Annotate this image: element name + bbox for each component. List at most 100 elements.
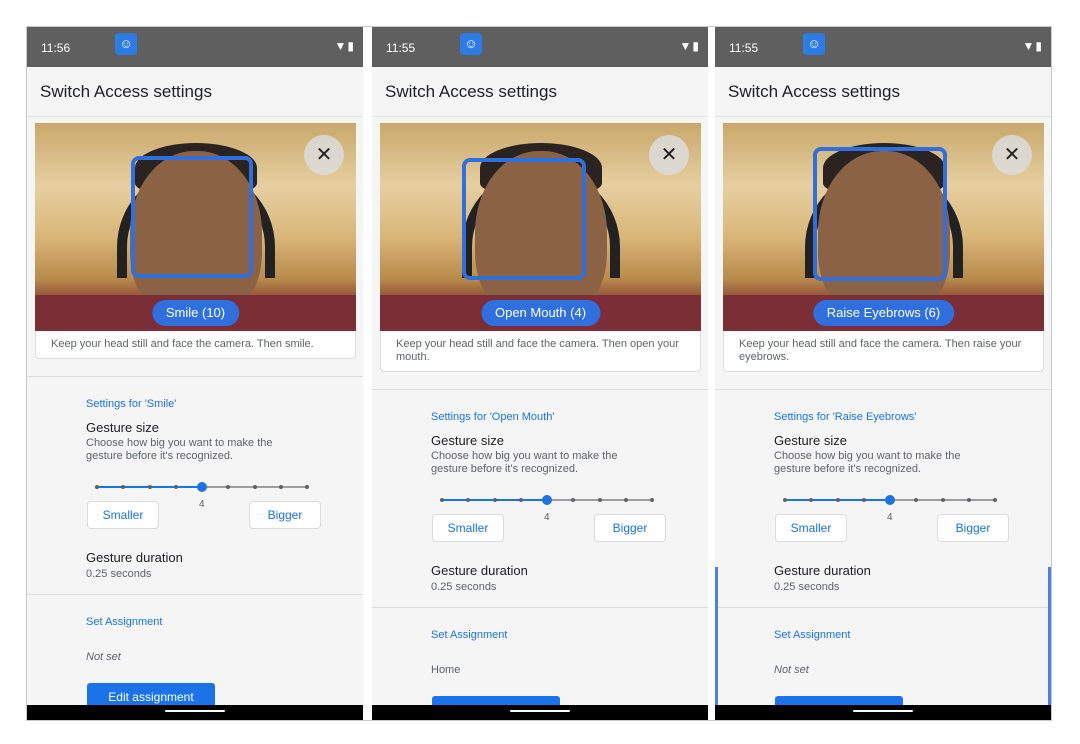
slider-tick — [466, 498, 471, 502]
app-bar: Switch Access settings — [372, 67, 708, 117]
status-bar: 11:56 ☺ ▼▮ — [27, 27, 363, 67]
camera-preview: ✕ Open Mouth (4) — [380, 123, 701, 331]
settings-title: Settings for 'Open Mouth' — [431, 411, 555, 423]
bigger-button[interactable]: Bigger — [937, 514, 1009, 542]
assignment-value: Home — [431, 664, 461, 676]
slider-tick — [173, 485, 178, 489]
face-icon: ☺ — [803, 33, 825, 55]
divider — [715, 607, 1051, 608]
slider-tick — [650, 498, 654, 502]
wifi-battery-icon: ▼▮ — [679, 39, 700, 53]
slider-tick — [147, 485, 152, 489]
gesture-size-slider[interactable] — [440, 494, 654, 506]
gesture-size-desc: Choose how big you want to make the gest… — [431, 450, 618, 475]
nav-bar — [27, 705, 363, 720]
home-handle[interactable] — [510, 710, 570, 712]
focus-highlight — [715, 567, 718, 705]
slider-tick — [966, 498, 971, 502]
slider-tick — [95, 485, 99, 489]
slider-tick — [121, 485, 126, 489]
divider — [372, 389, 708, 390]
divider — [27, 376, 363, 377]
gesture-duration-label: Gesture duration — [774, 563, 871, 578]
close-icon[interactable]: ✕ — [992, 135, 1032, 175]
slider-tick — [914, 498, 919, 502]
slider-tick — [278, 485, 283, 489]
slider-tick — [861, 498, 866, 502]
assignment-value: Not set — [774, 664, 809, 676]
gesture-size-label: Gesture size — [431, 433, 504, 448]
page-title: Switch Access settings — [385, 82, 557, 101]
gesture-duration-value: 0.25 seconds — [86, 568, 152, 580]
screenshot-frame: 11:56 ☺ ▼▮ Switch Access settings ✕ Smil… — [26, 26, 1052, 721]
gesture-duration-label: Gesture duration — [431, 563, 528, 578]
close-icon[interactable]: ✕ — [649, 135, 689, 175]
slider-value: 4 — [544, 512, 550, 523]
gesture-duration-value: 0.25 seconds — [774, 581, 840, 593]
face-detection-box — [462, 158, 586, 280]
slider-tick — [492, 498, 497, 502]
slider-tick — [226, 485, 231, 489]
slider-tick — [623, 498, 628, 502]
camera-preview: ✕ Smile (10) — [35, 123, 356, 331]
bigger-button[interactable]: Bigger — [249, 501, 321, 529]
gesture-duration-value: 0.25 seconds — [431, 581, 497, 593]
wifi-battery-icon: ▼▮ — [334, 39, 355, 53]
assignment-title: Set Assignment — [86, 616, 163, 628]
smaller-button[interactable]: Smaller — [775, 514, 847, 542]
slider-tick — [783, 498, 787, 502]
settings-title: Settings for 'Smile' — [86, 398, 177, 410]
slider-tick — [835, 498, 840, 502]
slider-tick — [571, 498, 576, 502]
instruction-text: Keep your head still and face the camera… — [35, 331, 356, 359]
instruction-text: Keep your head still and face the camera… — [723, 331, 1044, 372]
home-handle[interactable] — [853, 710, 913, 712]
face-icon: ☺ — [115, 33, 137, 55]
camera-preview: ✕ Raise Eyebrows (6) — [723, 123, 1044, 331]
slider-value: 4 — [887, 512, 893, 523]
slider-tick — [940, 498, 945, 502]
home-handle[interactable] — [165, 710, 225, 712]
slider-tick — [305, 485, 309, 489]
smaller-button[interactable]: Smaller — [432, 514, 504, 542]
status-time: 11:55 — [386, 41, 416, 55]
gesture-pill: Smile (10) — [151, 300, 240, 326]
smaller-button[interactable]: Smaller — [87, 501, 159, 529]
assignment-title: Set Assignment — [431, 629, 508, 641]
app-bar: Switch Access settings — [27, 67, 363, 117]
scrollbar[interactable] — [1048, 567, 1051, 705]
bigger-button[interactable]: Bigger — [594, 514, 666, 542]
face-detection-box — [131, 156, 253, 278]
gesture-size-desc: Choose how big you want to make the gest… — [774, 450, 961, 475]
slider-thumb[interactable] — [885, 495, 895, 505]
gesture-pill: Open Mouth (4) — [480, 300, 601, 326]
status-bar: 11:55 ☺ ▼▮ — [715, 27, 1051, 67]
close-icon[interactable]: ✕ — [304, 135, 344, 175]
slider-tick — [993, 498, 997, 502]
page-title: Switch Access settings — [728, 82, 900, 101]
assignment-value: Not set — [86, 651, 121, 663]
page-title: Switch Access settings — [40, 82, 212, 101]
gesture-size-label: Gesture size — [86, 420, 159, 435]
gesture-size-slider[interactable] — [95, 481, 309, 493]
divider — [372, 607, 708, 608]
nav-bar — [715, 705, 1051, 720]
instruction-text: Keep your head still and face the camera… — [380, 331, 701, 372]
slider-tick — [597, 498, 602, 502]
status-bar: 11:55 ☺ ▼▮ — [372, 27, 708, 67]
assignment-title: Set Assignment — [774, 629, 851, 641]
phone-screen-smile: 11:56 ☺ ▼▮ Switch Access settings ✕ Smil… — [27, 27, 363, 720]
slider-thumb[interactable] — [197, 482, 207, 492]
slider-tick — [518, 498, 523, 502]
divider — [27, 594, 363, 595]
status-time: 11:56 — [41, 41, 71, 55]
slider-thumb[interactable] — [542, 495, 552, 505]
wifi-battery-icon: ▼▮ — [1022, 39, 1043, 53]
settings-title: Settings for 'Raise Eyebrows' — [774, 411, 917, 423]
face-detection-box — [813, 147, 947, 281]
status-time: 11:55 — [729, 41, 759, 55]
gesture-size-desc: Choose how big you want to make the gest… — [86, 437, 273, 462]
divider — [715, 389, 1051, 390]
slider-value: 4 — [199, 499, 205, 510]
gesture-size-slider[interactable] — [783, 494, 997, 506]
